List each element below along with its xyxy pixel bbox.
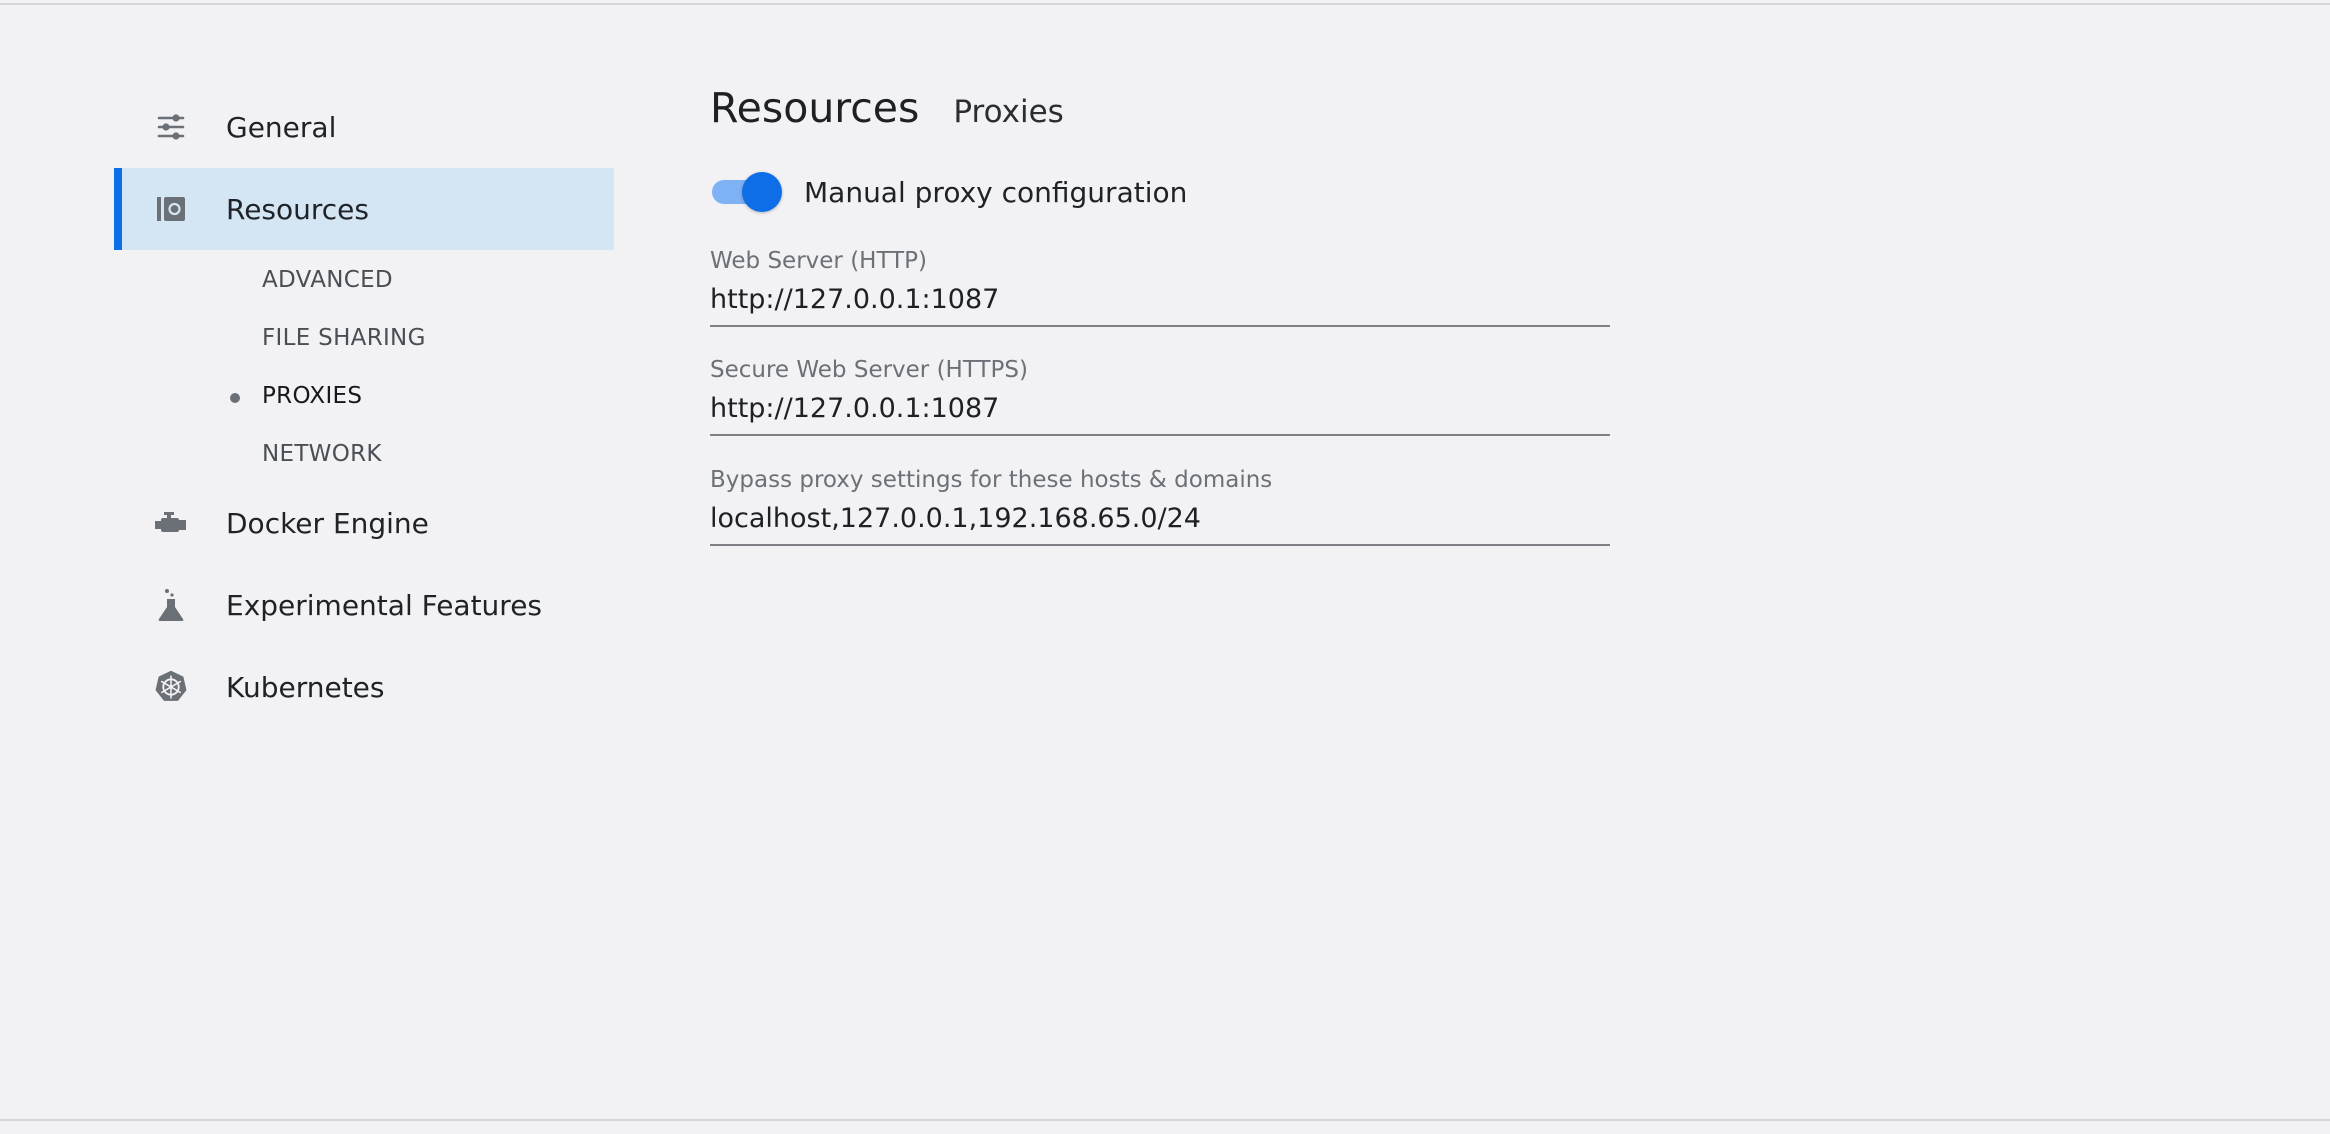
page-subtitle: Proxies: [953, 94, 1064, 130]
engine-icon: [154, 506, 188, 540]
top-divider: [0, 3, 2330, 5]
sidebar-item-kubernetes[interactable]: Kubernetes: [114, 646, 614, 728]
toggle-knob: [742, 172, 782, 212]
main-panel: Resources Proxies Manual proxy configura…: [710, 84, 1610, 546]
submenu-item-network[interactable]: NETWORK: [262, 441, 382, 467]
page-title: Resources: [710, 84, 920, 132]
page-heading: Resources Proxies: [710, 84, 1610, 132]
http-proxy-input[interactable]: [710, 278, 1610, 327]
sliders-icon: [154, 110, 188, 144]
submenu-item-advanced[interactable]: ADVANCED: [262, 267, 393, 293]
kubernetes-icon: [154, 670, 188, 704]
sidebar-item-label: Docker Engine: [226, 506, 429, 540]
sidebar-item-resources[interactable]: Resources: [114, 168, 614, 250]
manual-proxy-toggle[interactable]: [710, 172, 784, 212]
sidebar-item-experimental-features[interactable]: Experimental Features: [114, 564, 614, 646]
manual-proxy-row: Manual proxy configuration: [710, 172, 1187, 212]
settings-page: General Resources ADVANCED FILE SHARING …: [0, 0, 2330, 1134]
bottom-divider: [0, 1119, 2330, 1121]
https-proxy-input[interactable]: [710, 387, 1610, 436]
submenu-item-file-sharing[interactable]: FILE SHARING: [262, 325, 426, 351]
http-proxy-field: Web Server (HTTP): [710, 248, 1610, 327]
https-proxy-field: Secure Web Server (HTTPS): [710, 357, 1610, 436]
sidebar: General Resources ADVANCED FILE SHARING …: [114, 86, 614, 728]
submenu-item-proxies[interactable]: PROXIES: [262, 383, 362, 409]
bypass-proxy-field: Bypass proxy settings for these hosts & …: [710, 467, 1610, 546]
flask-icon: [154, 588, 188, 622]
sidebar-item-label: Kubernetes: [226, 670, 385, 704]
sidebar-item-general[interactable]: General: [114, 86, 614, 168]
sidebar-item-label: Resources: [226, 192, 369, 226]
resources-submenu: ADVANCED FILE SHARING PROXIES NETWORK: [114, 250, 614, 482]
manual-proxy-label: Manual proxy configuration: [804, 175, 1188, 209]
https-proxy-label: Secure Web Server (HTTPS): [710, 357, 1028, 383]
sidebar-item-docker-engine[interactable]: Docker Engine: [114, 482, 614, 564]
sidebar-item-label: Experimental Features: [226, 588, 543, 622]
bypass-proxy-label: Bypass proxy settings for these hosts & …: [710, 467, 1273, 493]
sidebar-item-label: General: [226, 110, 337, 144]
current-indicator-dot: [230, 393, 240, 403]
http-proxy-label: Web Server (HTTP): [710, 248, 927, 274]
bypass-proxy-input[interactable]: [710, 497, 1610, 546]
resources-icon: [154, 192, 188, 226]
